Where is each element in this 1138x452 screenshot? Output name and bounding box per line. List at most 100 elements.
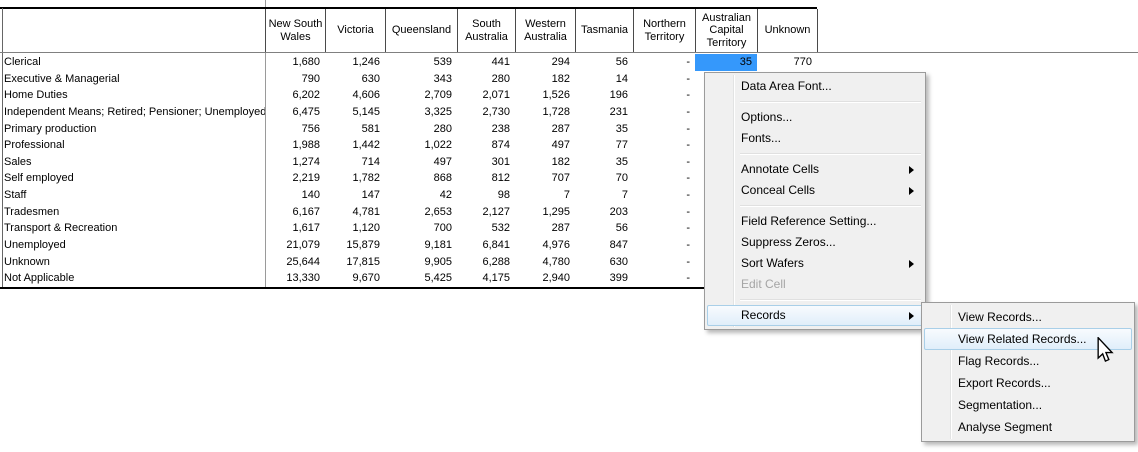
data-cell[interactable]: 13,330 <box>265 270 325 287</box>
row-label[interactable]: Independent Means; Retired; Pensioner; U… <box>0 104 265 121</box>
menu-item-annotate-cells[interactable]: Annotate Cells <box>707 159 923 180</box>
data-cell[interactable]: 2,127 <box>457 204 515 221</box>
data-cell[interactable]: 1,120 <box>325 220 385 237</box>
data-cell[interactable]: 1,728 <box>515 104 575 121</box>
data-cell[interactable]: 714 <box>325 154 385 171</box>
menu-item-field-reference-setting[interactable]: Field Reference Setting... <box>707 211 923 232</box>
data-cell[interactable]: 770 <box>757 54 817 71</box>
data-cell[interactable]: - <box>633 104 695 121</box>
data-cell[interactable]: - <box>633 220 695 237</box>
data-cell[interactable]: 532 <box>457 220 515 237</box>
data-cell[interactable]: 287 <box>515 220 575 237</box>
data-cell[interactable]: 231 <box>575 104 633 121</box>
data-cell[interactable]: 4,175 <box>457 270 515 287</box>
data-cell[interactable]: 6,288 <box>457 254 515 271</box>
data-cell[interactable]: 203 <box>575 204 633 221</box>
column-header[interactable]: Queensland <box>386 9 458 52</box>
data-cell[interactable]: 812 <box>457 170 515 187</box>
data-cell[interactable]: 1,274 <box>265 154 325 171</box>
column-header[interactable]: Unknown <box>758 9 818 52</box>
data-cell[interactable]: 1,442 <box>325 137 385 154</box>
menu-item-data-area-font[interactable]: Data Area Font... <box>707 76 923 97</box>
data-cell[interactable]: 868 <box>385 170 457 187</box>
data-cell[interactable]: - <box>633 187 695 204</box>
data-cell[interactable]: 2,219 <box>265 170 325 187</box>
data-cell[interactable]: 630 <box>325 71 385 88</box>
data-cell[interactable]: - <box>633 204 695 221</box>
data-cell[interactable]: - <box>633 137 695 154</box>
data-cell[interactable]: 301 <box>457 154 515 171</box>
data-cell[interactable]: - <box>633 170 695 187</box>
data-cell[interactable]: 2,709 <box>385 87 457 104</box>
data-cell[interactable]: 497 <box>515 137 575 154</box>
data-cell[interactable]: 147 <box>325 187 385 204</box>
data-cell[interactable]: 441 <box>457 54 515 71</box>
data-cell[interactable]: 4,606 <box>325 87 385 104</box>
data-cell[interactable]: 700 <box>385 220 457 237</box>
data-cell[interactable]: 847 <box>575 237 633 254</box>
data-cell[interactable]: 1,022 <box>385 137 457 154</box>
menu-item-records[interactable]: Records <box>707 305 923 326</box>
data-cell[interactable]: 1,988 <box>265 137 325 154</box>
data-cell[interactable]: 56 <box>575 220 633 237</box>
row-label[interactable]: Primary production <box>0 121 265 138</box>
row-label[interactable]: Self employed <box>0 170 265 187</box>
data-cell[interactable]: - <box>633 121 695 138</box>
column-header[interactable]: New South Wales <box>266 9 326 52</box>
data-cell[interactable]: 196 <box>575 87 633 104</box>
data-cell[interactable]: 1,295 <box>515 204 575 221</box>
column-header[interactable]: Victoria <box>326 9 386 52</box>
data-cell[interactable]: 182 <box>515 71 575 88</box>
data-cell[interactable]: 630 <box>575 254 633 271</box>
data-cell[interactable]: 15,879 <box>325 237 385 254</box>
data-cell[interactable]: 707 <box>515 170 575 187</box>
menu-item-suppress-zeros[interactable]: Suppress Zeros... <box>707 232 923 253</box>
data-cell[interactable]: - <box>633 254 695 271</box>
data-cell[interactable]: 4,781 <box>325 204 385 221</box>
row-label[interactable]: Clerical <box>0 54 265 71</box>
row-label[interactable]: Sales <box>0 154 265 171</box>
column-header[interactable]: Western Australia <box>516 9 576 52</box>
data-cell[interactable]: 9,905 <box>385 254 457 271</box>
column-header[interactable]: Northern Territory <box>634 9 696 52</box>
data-cell[interactable]: 497 <box>385 154 457 171</box>
data-cell[interactable]: 35 <box>575 121 633 138</box>
data-cell[interactable]: 6,167 <box>265 204 325 221</box>
column-header[interactable]: Australian Capital Territory <box>696 9 758 52</box>
data-cell[interactable]: 98 <box>457 187 515 204</box>
data-cell[interactable]: 9,181 <box>385 237 457 254</box>
data-cell[interactable]: 77 <box>575 137 633 154</box>
data-cell[interactable]: 14 <box>575 71 633 88</box>
data-cell[interactable]: - <box>633 71 695 88</box>
data-cell[interactable]: 399 <box>575 270 633 287</box>
data-cell[interactable]: 790 <box>265 71 325 88</box>
menu-item-sort-wafers[interactable]: Sort Wafers <box>707 253 923 274</box>
data-cell[interactable]: 294 <box>515 54 575 71</box>
data-cell[interactable]: 2,071 <box>457 87 515 104</box>
data-cell[interactable]: 3,325 <box>385 104 457 121</box>
data-cell[interactable]: 2,940 <box>515 270 575 287</box>
data-cell[interactable]: - <box>633 87 695 104</box>
selected-cell[interactable]: 35 <box>695 54 757 71</box>
data-cell[interactable]: 182 <box>515 154 575 171</box>
data-cell[interactable]: 280 <box>385 121 457 138</box>
menu-item-view-records[interactable]: View Records... <box>924 306 1132 328</box>
row-label-header-cell[interactable] <box>2 9 266 52</box>
data-cell[interactable]: 280 <box>457 71 515 88</box>
data-cell[interactable]: 56 <box>575 54 633 71</box>
data-cell[interactable]: 42 <box>385 187 457 204</box>
data-cell[interactable]: 1,617 <box>265 220 325 237</box>
row-label[interactable]: Home Duties <box>0 87 265 104</box>
row-label[interactable]: Executive & Managerial <box>0 71 265 88</box>
data-cell[interactable]: 9,670 <box>325 270 385 287</box>
row-label[interactable]: Professional <box>0 137 265 154</box>
data-cell[interactable]: 581 <box>325 121 385 138</box>
data-cell[interactable]: 756 <box>265 121 325 138</box>
data-cell[interactable]: - <box>633 270 695 287</box>
data-cell[interactable]: 287 <box>515 121 575 138</box>
data-cell[interactable]: 238 <box>457 121 515 138</box>
data-cell[interactable]: 6,475 <box>265 104 325 121</box>
row-label[interactable]: Unknown <box>0 254 265 271</box>
menu-item-segmentation[interactable]: Segmentation... <box>924 394 1132 416</box>
data-cell[interactable]: 343 <box>385 71 457 88</box>
